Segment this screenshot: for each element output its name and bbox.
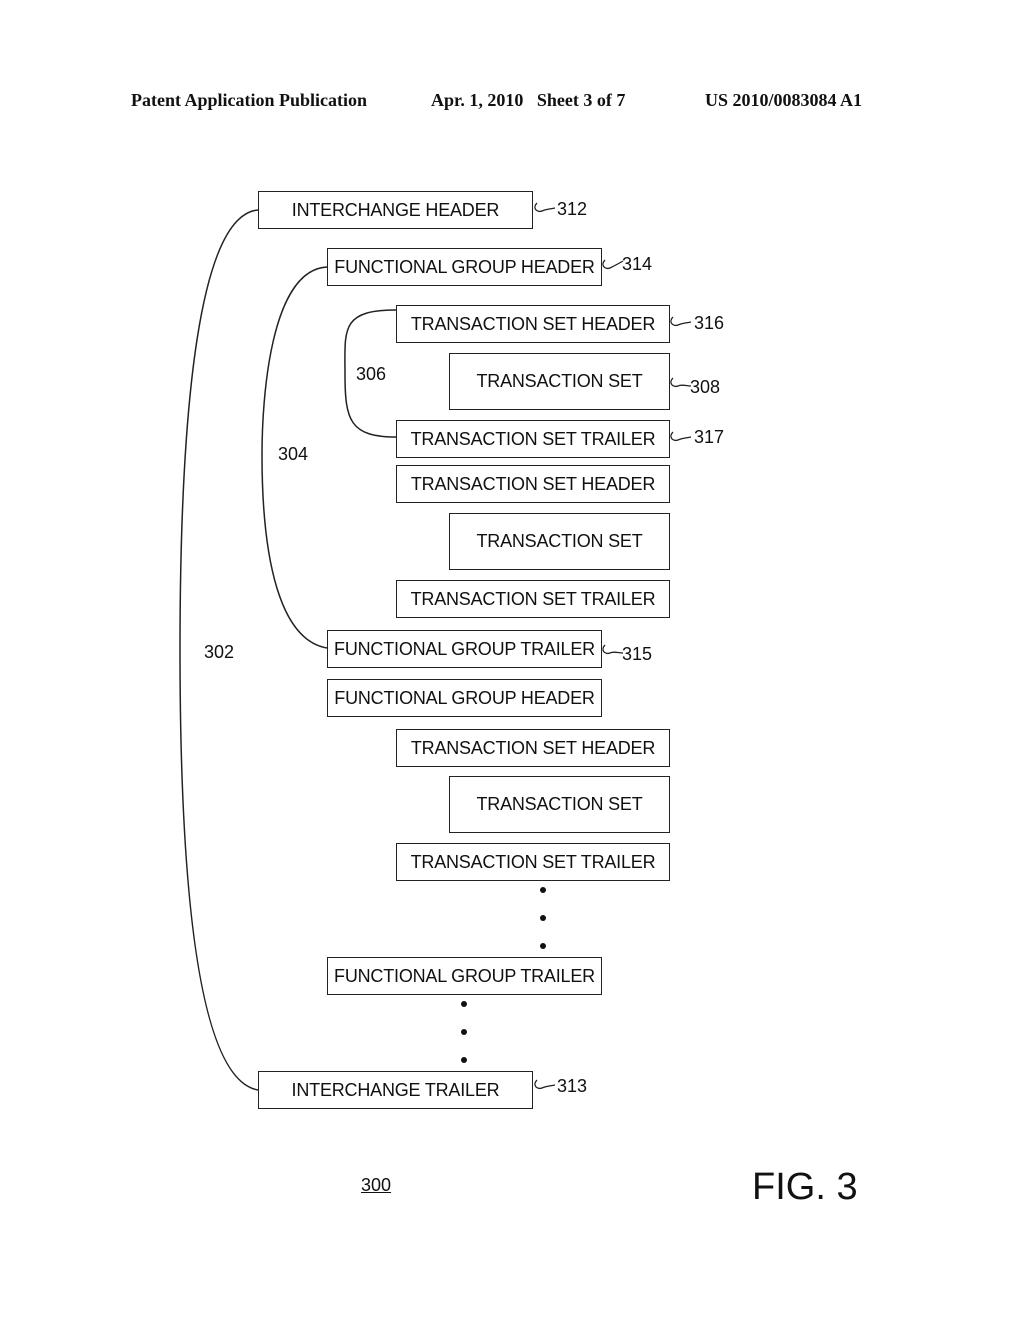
leader-312: [534, 202, 556, 213]
leader-314: [602, 259, 624, 270]
box-transaction-set: TRANSACTION SET: [449, 776, 670, 833]
leader-317: [670, 431, 692, 442]
leader-308: [670, 377, 692, 388]
box-interchange-header: INTERCHANGE HEADER: [258, 191, 533, 229]
box-transaction-set-trailer: TRANSACTION SET TRAILER: [396, 420, 670, 458]
box-transaction-set-trailer: TRANSACTION SET TRAILER: [396, 843, 670, 881]
ref-317: 317: [694, 427, 725, 447]
ref-316: 316: [694, 313, 725, 333]
leader-313: [534, 1079, 556, 1090]
ref-315: 315: [622, 644, 653, 664]
ellipsis-dot: [461, 1057, 467, 1063]
box-interchange-trailer: INTERCHANGE TRAILER: [258, 1071, 533, 1109]
box-functional-group-trailer: FUNCTIONAL GROUP TRAILER: [327, 630, 602, 668]
ellipsis-dot: [540, 887, 546, 893]
ref-304: 304: [278, 444, 309, 464]
ref-312: 312: [557, 199, 588, 219]
ref-302: 302: [204, 642, 235, 662]
ellipsis-dot: [540, 943, 546, 949]
box-transaction-set-header: TRANSACTION SET HEADER: [396, 465, 670, 503]
leader-316: [670, 316, 692, 327]
leader-315: [602, 644, 624, 655]
box-functional-group-trailer: FUNCTIONAL GROUP TRAILER: [327, 957, 602, 995]
box-transaction-set: TRANSACTION SET: [449, 353, 670, 410]
box-functional-group-header: FUNCTIONAL GROUP HEADER: [327, 248, 602, 286]
figure-label: FIG. 3: [752, 1166, 858, 1208]
ref-306: 306: [356, 364, 387, 384]
ref-314: 314: [622, 254, 653, 274]
box-functional-group-header: FUNCTIONAL GROUP HEADER: [327, 679, 602, 717]
box-transaction-set-trailer: TRANSACTION SET TRAILER: [396, 580, 670, 618]
box-transaction-set: TRANSACTION SET: [449, 513, 670, 570]
box-transaction-set-header: TRANSACTION SET HEADER: [396, 305, 670, 343]
ellipsis-dot: [461, 1029, 467, 1035]
ref-313: 313: [557, 1076, 588, 1096]
figure-number: 300: [361, 1175, 392, 1195]
box-transaction-set-header: TRANSACTION SET HEADER: [396, 729, 670, 767]
ellipsis-dot: [461, 1001, 467, 1007]
ellipsis-dot: [540, 915, 546, 921]
ref-308: 308: [690, 377, 721, 397]
